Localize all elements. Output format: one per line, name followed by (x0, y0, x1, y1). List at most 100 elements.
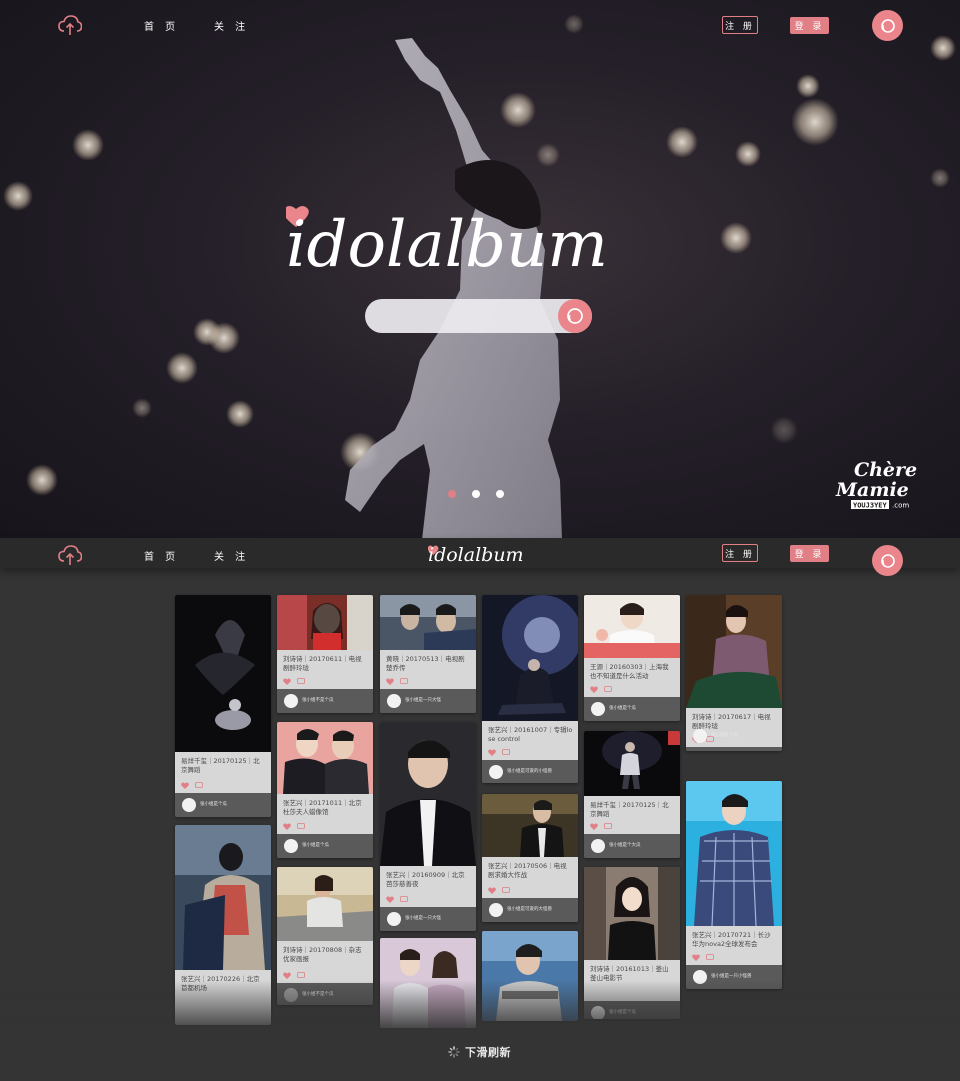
comment-icon[interactable] (502, 887, 510, 894)
heart-icon[interactable] (590, 823, 598, 830)
photo-card[interactable]: 张艺兴｜20170226｜北京首都机场 (175, 825, 271, 1025)
card-user[interactable]: 张小姐是一只大怪 (380, 689, 476, 713)
card-user[interactable]: 张小姐不是个瓜 (277, 983, 373, 1005)
cloud-upload-icon[interactable] (58, 14, 82, 36)
comment-icon[interactable] (604, 823, 612, 830)
photo-card[interactable]: 刘诗诗｜20170808｜杂志优家画报 张小姐不是个瓜 (277, 867, 373, 1005)
heart-icon[interactable] (488, 749, 496, 756)
heart-icon[interactable] (488, 887, 496, 894)
card-info: 张艺兴｜20170506｜电视剧求婚大作战 (482, 857, 578, 898)
heart-icon[interactable] (590, 686, 598, 693)
card-username[interactable]: 张小姐是个瓜 (302, 842, 329, 848)
heart-icon[interactable] (181, 782, 189, 789)
photo-card[interactable]: 黄晓｜20170513｜电视剧楚乔传 张小姐是一只大怪 (380, 595, 476, 713)
card-username[interactable]: 张小姐不是个瓜 (302, 991, 334, 997)
card-username[interactable]: 张小姐是个瓜 (609, 705, 636, 711)
card-user[interactable]: 张小姐是个瓜 (277, 834, 373, 858)
card-user[interactable]: 张小姐是一只大怪 (380, 907, 476, 931)
comment-icon[interactable] (297, 823, 305, 830)
nav-follow-link[interactable]: 关 注 (214, 548, 249, 563)
photo-card[interactable]: 刘诗诗｜20170617｜电视剧醉玲珑 张小姐是个瓜 (686, 595, 782, 751)
sticky-brand-logo[interactable]: idolalbum (428, 541, 530, 565)
avatar[interactable] (284, 839, 298, 853)
cloud-upload-icon[interactable] (58, 544, 82, 566)
photo-card[interactable]: 刘诗诗｜20161013｜釜山釜山电影节 张小姐是个瓜 (584, 867, 680, 1019)
photo-card[interactable]: 张艺兴｜20170506｜电视剧求婚大作战 张小姐是可爱的大怪兽 (482, 794, 578, 922)
heart-icon[interactable] (283, 678, 291, 685)
card-user[interactable]: 张小姐是个瓜 (686, 729, 782, 751)
photo-card[interactable]: 易烊千玺｜20170125｜北京舞蹈 张小姐是个大瓜 (584, 731, 680, 858)
card-username[interactable]: 张小姐不是个瓜 (302, 697, 334, 703)
avatar[interactable] (284, 988, 298, 1002)
avatar[interactable] (387, 912, 401, 926)
hero-search-button[interactable] (558, 299, 592, 333)
avatar[interactable] (284, 694, 298, 708)
card-photo (584, 867, 680, 960)
photo-card[interactable] (482, 931, 578, 1021)
avatar[interactable] (489, 765, 503, 779)
card-user[interactable]: 张小姐是个瓜 (175, 793, 271, 817)
comment-icon[interactable] (604, 686, 612, 693)
comment-icon[interactable] (297, 678, 305, 685)
card-username[interactable]: 张小姐是可爱的小怪兽 (507, 768, 552, 774)
card-username[interactable]: 张小姐是个瓜 (609, 1009, 636, 1015)
carousel-dot-3[interactable] (496, 490, 504, 498)
heart-icon[interactable] (283, 972, 291, 979)
card-username[interactable]: 张小姐是一只小怪兽 (711, 973, 752, 979)
photo-card[interactable]: 张艺兴｜20171011｜北京杜莎夫人蜡像馆 张小姐是个瓜 (277, 722, 373, 858)
photo-card[interactable]: 张艺兴｜20160909｜北京芭莎慈善夜 张小姐是一只大怪 (380, 722, 476, 931)
card-username[interactable]: 张小姐是个瓜 (711, 732, 738, 738)
card-username[interactable]: 张小姐是个瓜 (200, 801, 227, 807)
photo-card[interactable]: 张艺兴｜20170721｜长沙华为nova2全球发布会 张小姐是一只小怪兽 (686, 781, 782, 989)
avatar[interactable] (591, 1006, 605, 1019)
login-button[interactable]: 登 录 (790, 545, 829, 562)
photo-card[interactable]: 刘诗诗｜20170611｜电视剧醉玲珑 张小姐不是个瓜 (277, 595, 373, 713)
carousel-dot-2[interactable] (472, 490, 480, 498)
avatar[interactable] (693, 970, 707, 984)
heart-icon[interactable] (386, 896, 394, 903)
heart-icon[interactable] (692, 954, 700, 961)
nav-search-button[interactable] (872, 10, 903, 41)
avatar[interactable] (591, 702, 605, 716)
card-user[interactable]: 张小姐是可爱的小怪兽 (482, 760, 578, 783)
carousel-dot-1[interactable] (448, 490, 456, 498)
card-username[interactable]: 张小姐是个大瓜 (609, 842, 641, 848)
card-user[interactable]: 张小姐是可爱的大怪兽 (482, 898, 578, 922)
nav-search-button[interactable] (872, 545, 903, 576)
card-user[interactable]: 张小姐是一只小怪兽 (686, 965, 782, 989)
photo-card[interactable] (380, 938, 476, 1028)
card-user[interactable]: 张小姐是个瓜 (584, 1001, 680, 1019)
avatar[interactable] (387, 694, 401, 708)
comment-icon[interactable] (297, 972, 305, 979)
nav-home-link[interactable]: 首 页 (144, 548, 179, 563)
nav-home-link[interactable]: 首 页 (144, 18, 179, 33)
card-username[interactable]: 张小姐是一只大怪 (405, 697, 441, 703)
pull-to-refresh[interactable]: 下滑刷新 (448, 1044, 511, 1060)
photo-card[interactable]: 张艺兴｜20161007｜专辑lose control 张小姐是可爱的小怪兽 (482, 595, 578, 783)
avatar[interactable] (489, 903, 503, 917)
register-button[interactable]: 注 册 (722, 544, 758, 562)
comment-icon[interactable] (706, 954, 714, 961)
nav-follow-link[interactable]: 关 注 (214, 18, 249, 33)
heart-icon[interactable] (283, 823, 291, 830)
avatar[interactable] (693, 729, 707, 743)
comment-icon[interactable] (502, 749, 510, 756)
comment-icon[interactable] (195, 782, 203, 789)
login-button[interactable]: 登 录 (790, 17, 829, 34)
card-user[interactable]: 张小姐是个大瓜 (584, 834, 680, 858)
avatar[interactable] (182, 798, 196, 812)
comment-icon[interactable] (400, 678, 408, 685)
comment-icon[interactable] (400, 896, 408, 903)
card-info: 张艺兴｜20170721｜长沙华为nova2全球发布会 (686, 926, 782, 965)
heart-icon[interactable] (386, 678, 394, 685)
photo-card[interactable]: 易烊千玺｜20170125｜北京舞蹈 张小姐是个瓜 (175, 595, 271, 817)
card-user[interactable]: 张小姐是个瓜 (584, 697, 680, 721)
register-button[interactable]: 注 册 (722, 16, 758, 34)
avatar[interactable] (591, 839, 605, 853)
photo-card[interactable]: 王源｜20160303｜上海我也不知道是什么活动 张小姐是个瓜 (584, 595, 680, 721)
card-user[interactable]: 张小姐不是个瓜 (277, 689, 373, 713)
card-photo (482, 595, 578, 721)
hero-search-input[interactable] (379, 306, 549, 326)
card-username[interactable]: 张小姐是一只大怪 (405, 915, 441, 921)
card-username[interactable]: 张小姐是可爱的大怪兽 (507, 906, 552, 912)
